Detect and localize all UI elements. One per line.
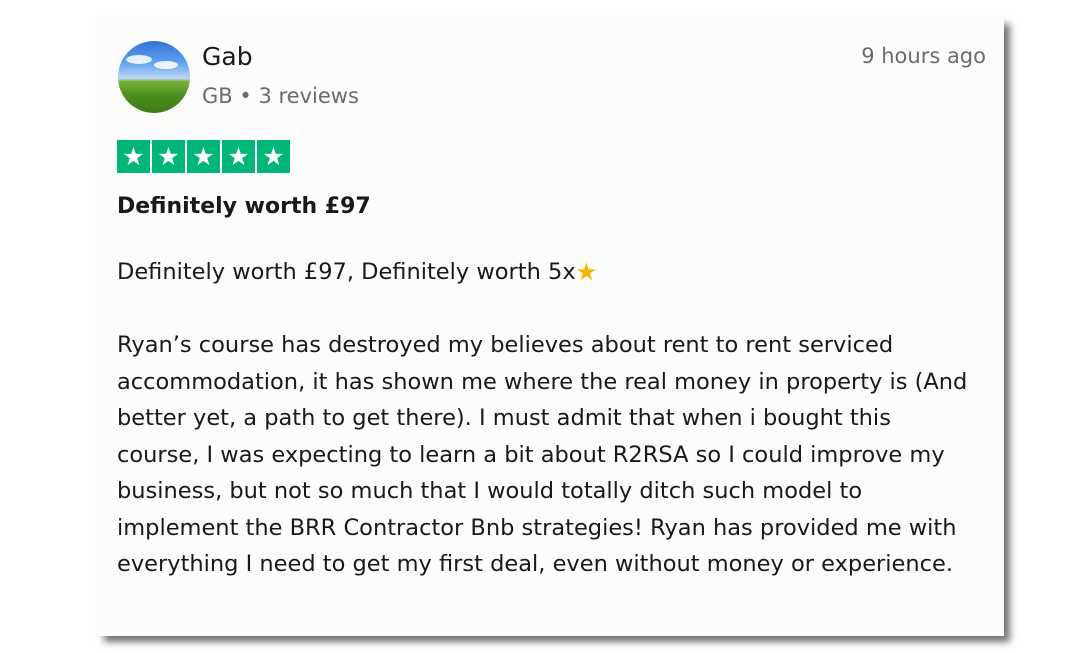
- reviewer-meta: GB • 3 reviews: [202, 84, 359, 108]
- avatar-cloud: [126, 55, 152, 64]
- star-icon: ★: [257, 140, 290, 173]
- reviewer-reviews-count: 3 reviews: [258, 84, 359, 108]
- reviewer-country: GB: [202, 84, 233, 108]
- review-title[interactable]: Definitely worth £97: [117, 194, 371, 219]
- avatar[interactable]: [118, 41, 190, 113]
- star-icon: ★: [187, 140, 220, 173]
- review-card: Gab GB • 3 reviews 9 hours ago ★ ★ ★ ★ ★…: [98, 18, 1004, 636]
- star-rating: ★ ★ ★ ★ ★: [117, 140, 290, 173]
- star-icon: ★: [117, 140, 150, 173]
- star-icon: ★: [152, 140, 185, 173]
- review-first-line: Definitely worth £97, Definitely worth 5…: [117, 254, 977, 291]
- avatar-cloud: [154, 61, 178, 69]
- star-icon: ★: [222, 140, 255, 173]
- review-timestamp: 9 hours ago: [861, 44, 986, 68]
- reviewer-name[interactable]: Gab: [202, 42, 253, 71]
- review-first-line-text: Definitely worth £97, Definitely worth 5…: [117, 259, 576, 285]
- review-paragraph: Ryan’s course has destroyed my believes …: [117, 332, 968, 577]
- review-body: Definitely worth £97, Definitely worth 5…: [117, 254, 977, 583]
- star-emoji-icon: ★: [575, 258, 598, 286]
- meta-separator: •: [239, 84, 252, 108]
